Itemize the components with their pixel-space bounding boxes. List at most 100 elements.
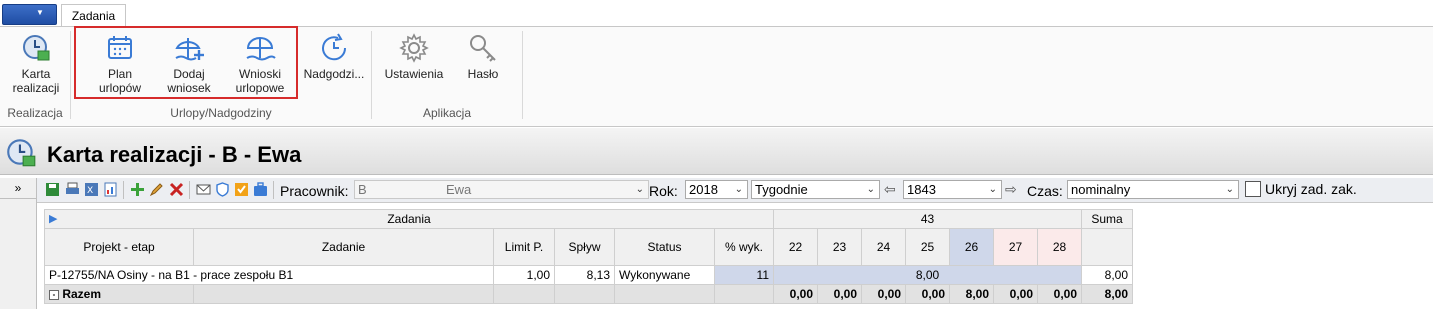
col-day-weekend[interactable]: 28 <box>1037 228 1082 266</box>
total-label-cell: - Razem <box>44 284 194 304</box>
mail-icon[interactable] <box>196 182 211 197</box>
col-day-weekend[interactable]: 27 <box>993 228 1038 266</box>
pracownik-first: B <box>358 182 367 197</box>
chevron-down-icon: ⌄ <box>1225 184 1234 195</box>
col-day[interactable]: 24 <box>861 228 906 266</box>
edit-icon[interactable] <box>149 182 164 197</box>
czas-label: Czas: <box>1027 183 1063 199</box>
chevron-down-icon: ▼ <box>36 8 44 17</box>
group-separator <box>522 31 523 119</box>
chevron-down-icon: ⌄ <box>734 184 743 195</box>
total-day: 8,00 <box>949 284 994 304</box>
total-empty <box>493 284 555 304</box>
shield-icon[interactable] <box>215 182 230 197</box>
grid-toolbar: X Pracownik: B Ewa ⌄ Rok: 2018 ⌄ Tygodni… <box>37 178 1433 203</box>
group-label-realizacja: Realizacja <box>7 106 63 120</box>
cell-sum[interactable]: 8,00 <box>1081 265 1133 285</box>
highlight-frame <box>74 26 298 99</box>
period-value: Tygodnie <box>755 182 808 197</box>
total-day: 0,00 <box>773 284 818 304</box>
total-row: - Razem 0,00 0,00 0,00 0,00 8,00 0,00 0,… <box>44 284 1133 304</box>
cell-limit[interactable]: 1,00 <box>493 265 555 285</box>
col-projekt[interactable]: Projekt - etap <box>44 228 194 266</box>
col-suma-blank <box>1081 228 1133 266</box>
chevron-down-icon: ⌄ <box>866 184 875 195</box>
clock-card-icon <box>23 35 50 61</box>
karta-realizacji-button[interactable]: Karta realizacji <box>10 32 62 95</box>
collapse-icon[interactable]: - <box>49 289 59 300</box>
group-label-aplikacja: Aplikacja <box>422 106 472 120</box>
hide-completed-label: Ukryj zad. zak. <box>1265 181 1357 197</box>
toolbar-separator <box>273 181 274 199</box>
gear-icon <box>399 33 429 63</box>
ustawienia-label: Ustawienia <box>384 67 444 81</box>
col-limit[interactable]: Limit P. <box>493 228 555 266</box>
arrow-right-icon[interactable]: ⇨ <box>1005 181 1017 198</box>
add-icon[interactable] <box>130 182 145 197</box>
col-day[interactable]: 25 <box>905 228 950 266</box>
clock-arrow-icon <box>322 33 347 61</box>
col-zadanie[interactable]: Zadanie <box>193 228 494 266</box>
toolbar-separator <box>189 181 190 199</box>
czas-value: nominalny <box>1071 182 1131 197</box>
header-suma: Suma <box>1081 209 1133 229</box>
delete-icon[interactable] <box>169 182 184 197</box>
expand-panel-button[interactable]: » <box>0 178 36 199</box>
table-row[interactable]: P-12755/NA Osiny - na B1 - prace zespołu… <box>44 265 1133 285</box>
cell-wyk[interactable]: 11 <box>714 265 774 285</box>
total-label: Razem <box>62 287 102 301</box>
col-status[interactable]: Status <box>614 228 715 266</box>
save-icon[interactable] <box>45 182 60 197</box>
tasks-grid: ▶ Zadania 43 Suma Projekt - etap Zadanie… <box>44 209 1133 304</box>
col-day[interactable]: 22 <box>773 228 818 266</box>
period-select[interactable]: Tygodnie ⌄ <box>751 180 880 199</box>
total-empty <box>193 284 494 304</box>
header-group-week: 43 <box>773 209 1082 229</box>
print-icon[interactable] <box>65 182 80 197</box>
karta-label-2: realizacji <box>12 81 60 95</box>
cell-week-total[interactable]: 8,00 <box>773 265 1082 285</box>
report-icon[interactable] <box>103 182 118 197</box>
clock-card-icon <box>4 136 38 173</box>
pracownik-label: Pracownik: <box>280 183 349 199</box>
toolbar-separator <box>123 181 124 199</box>
total-day: 0,00 <box>861 284 906 304</box>
cell-splyw[interactable]: 8,13 <box>554 265 615 285</box>
cell-status[interactable]: Wykonywane <box>614 265 715 285</box>
col-day-selected[interactable]: 26 <box>949 228 994 266</box>
app-menu-button[interactable]: ▼ <box>2 4 57 25</box>
total-day: 0,00 <box>1037 284 1082 304</box>
ribbon-tabbar <box>0 0 1433 26</box>
chevron-down-icon: ⌄ <box>988 184 997 195</box>
key-icon <box>470 35 496 62</box>
col-wyk[interactable]: % wyk. <box>714 228 774 266</box>
col-splyw[interactable]: Spływ <box>554 228 615 266</box>
rok-select[interactable]: 2018 ⌄ <box>685 180 748 199</box>
total-day: 0,00 <box>817 284 862 304</box>
briefcase-icon[interactable] <box>253 182 268 197</box>
total-empty <box>614 284 715 304</box>
arrow-left-icon[interactable]: ⇦ <box>884 181 896 198</box>
week-select[interactable]: 1843 ⌄ <box>903 180 1002 199</box>
tab-zadania[interactable]: Zadania <box>61 4 126 27</box>
expand-arrow-icon[interactable]: ▶ <box>49 212 57 225</box>
pracownik-last: Ewa <box>446 182 472 197</box>
svg-text:X: X <box>87 186 93 196</box>
excel-export-icon[interactable]: X <box>84 182 99 197</box>
pracownik-select[interactable]: B Ewa ⌄ <box>354 180 649 199</box>
cell-projekt[interactable]: P-12755/NA Osiny - na B1 - prace zespołu… <box>44 265 494 285</box>
col-day[interactable]: 23 <box>817 228 862 266</box>
week-value: 1843 <box>907 182 936 197</box>
ustawienia-button[interactable]: Ustawienia <box>380 32 448 81</box>
hide-completed-checkbox[interactable] <box>1245 181 1261 197</box>
total-empty <box>554 284 615 304</box>
total-empty <box>714 284 774 304</box>
czas-select[interactable]: nominalny ⌄ <box>1067 180 1239 199</box>
rok-value: 2018 <box>689 182 718 197</box>
header-group-zadania-label: Zadania <box>387 212 431 226</box>
checkbox-icon[interactable] <box>234 182 249 197</box>
total-day: 0,00 <box>993 284 1038 304</box>
haslo-label: Hasło <box>467 67 499 81</box>
haslo-button[interactable]: Hasło <box>456 32 510 81</box>
nadgodziny-button[interactable]: Nadgodzi... <box>300 32 368 81</box>
